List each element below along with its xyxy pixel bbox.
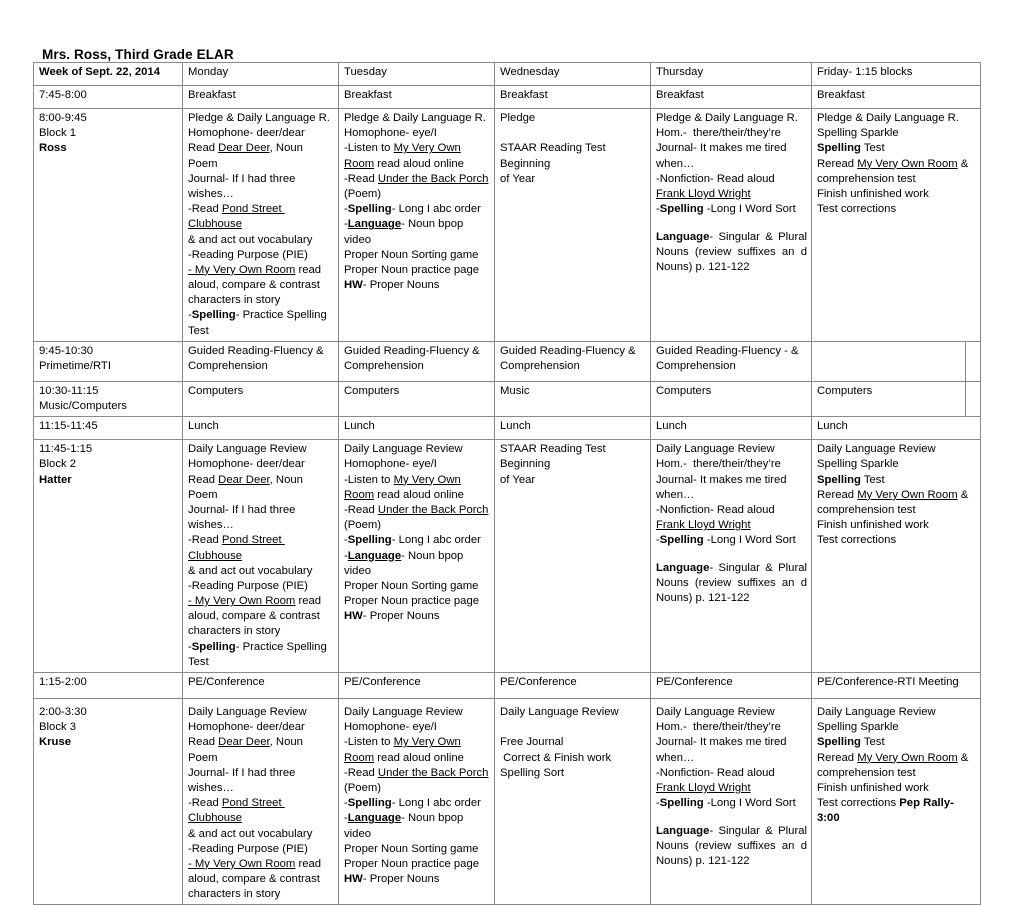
block1-name: Block 1 <box>39 127 77 140</box>
block2-thursday-language: Language- Singular & Plural Nouns (revie… <box>656 561 807 605</box>
time-label-breakfast: 7:45-8:00 <box>33 85 183 109</box>
cell-block3-tuesday: Daily Language Review Homophone- eye/I -Li… <box>338 697 495 905</box>
block3-name: Block 3 <box>39 721 77 734</box>
cell-guided-reading-wednesday: Guided Reading-Fluency & Comprehension <box>494 340 651 382</box>
computers-time: 10:30-11:15 <box>39 384 99 397</box>
time-label-block3: 2:00-3:30 Block 3 Kruse <box>33 697 183 905</box>
cell-pe-friday: PE/Conference-RTI Meeting <box>811 672 981 699</box>
column-header-thursday: Thursday <box>650 62 812 86</box>
row-breakfast: 7:45-8:00 Breakfast Breakfast Breakfast … <box>33 85 981 109</box>
time-label-guided-reading: 9:45-10:30 Primetime/RTI <box>33 340 183 382</box>
time-label-block1: 8:00-9:45 Block 1 Ross <box>33 108 183 342</box>
cell-pe-thursday: PE/Conference <box>650 672 812 699</box>
block1-thursday-lines: Pledge & Daily Language R. Hom.- there/th… <box>656 112 798 216</box>
page-title: Mrs. Ross, Third Grade ELAR <box>42 47 234 62</box>
block2-time: 11:45-1:15 <box>39 443 93 456</box>
cell-guided-reading-monday: Guided Reading-Fluency & Comprehension <box>182 340 339 382</box>
cell-computers-tuesday: Computers <box>338 380 495 418</box>
row-block2: 11:45-1:15 Block 2 Hatter Daily Language… <box>33 439 981 673</box>
row-lunch: 11:15-11:45 Lunch Lunch Lunch Lunch Lunc… <box>33 416 981 441</box>
block3-time: 2:00-3:30 <box>39 706 87 718</box>
cell-block2-tuesday: Daily Language Review Homophone- eye/I -Li… <box>338 439 495 673</box>
block2-name: Block 2 <box>39 458 77 471</box>
cell-block1-monday: Pledge & Daily Language R. Homophone- dee… <box>182 108 339 342</box>
cell-block2-monday: Daily Language Review Homophone- deer/dea… <box>182 439 339 673</box>
computers-subtitle: Music/Computers <box>39 400 127 412</box>
cell-computers-friday: Computers <box>811 380 966 418</box>
cell-block1-tuesday: Pledge & Daily Language R. Homophone- eye… <box>338 108 495 342</box>
cell-breakfast-thursday: Breakfast <box>650 85 812 109</box>
cell-block3-friday: Daily Language Review Spelling Sparkle Spe… <box>811 697 981 905</box>
cell-block3-thursday: Daily Language Review Hom.- there/their/t… <box>650 697 812 905</box>
cell-pe-wednesday: PE/Conference <box>494 672 651 699</box>
cell-breakfast-monday: Breakfast <box>182 85 339 109</box>
cell-lunch-thursday: Lunch <box>650 416 812 441</box>
time-label-pe-conference: 1:15-2:00 <box>33 672 183 699</box>
cell-guided-reading-friday <box>811 340 966 382</box>
time-label-block2: 11:45-1:15 Block 2 Hatter <box>33 439 183 673</box>
table-header-row: Week of Sept. 22, 2014 Monday Tuesday We… <box>33 62 981 86</box>
cell-lunch-monday: Lunch <box>182 416 339 441</box>
block3-thursday-language: Language- Singular & Plural Nouns (revie… <box>656 824 807 868</box>
block2-thursday-lines: Daily Language Review Hom.- there/their/t… <box>656 443 796 547</box>
cell-block3-wednesday: Daily Language Review Free Journal Corre… <box>494 697 651 905</box>
cell-block3-monday: Daily Language Review Homophone- deer/dea… <box>182 697 339 905</box>
cell-breakfast-friday: Breakfast <box>811 85 981 109</box>
cell-pe-monday: PE/Conference <box>182 672 339 699</box>
cell-guided-reading-tuesday: Guided Reading-Fluency & Comprehension <box>338 340 495 382</box>
cell-block1-wednesday: Pledge STAAR Reading Test Beginning of Ye… <box>494 108 651 342</box>
column-header-friday: Friday- 1:15 blocks <box>811 62 981 86</box>
cell-block1-thursday: Pledge & Daily Language R. Hom.- there/th… <box>650 108 812 342</box>
cell-computers-extra <box>965 380 981 418</box>
column-header-wednesday: Wednesday <box>494 62 651 86</box>
cell-guided-reading-extra <box>965 340 981 382</box>
cell-breakfast-wednesday: Breakfast <box>494 85 651 109</box>
row-computers: 10:30-11:15 Music/Computers Computers Co… <box>33 380 981 418</box>
column-header-tuesday: Tuesday <box>338 62 495 86</box>
cell-guided-reading-thursday: Guided Reading-Fluency - & Comprehension <box>650 340 812 382</box>
column-header-monday: Monday <box>182 62 339 86</box>
block2-teacher: Hatter <box>39 473 72 486</box>
cell-block2-friday: Daily Language Review Spelling Sparkle Spe… <box>811 439 981 673</box>
time-label-computers: 10:30-11:15 Music/Computers <box>33 380 183 418</box>
cell-block1-friday: Pledge & Daily Language R. Spelling Spark… <box>811 108 981 342</box>
block3-teacher: Kruse <box>39 736 72 749</box>
cell-lunch-wednesday: Lunch <box>494 416 651 441</box>
time-label-lunch: 11:15-11:45 <box>33 416 183 441</box>
week-label: Week of Sept. 22, 2014 <box>33 62 183 86</box>
guided-reading-time: 9:45-10:30 <box>39 344 94 357</box>
cell-pe-tuesday: PE/Conference <box>338 672 495 699</box>
block1-thursday-language: Language- Singular & Plural Nouns (revie… <box>656 230 807 274</box>
block1-teacher: Ross <box>39 142 67 155</box>
row-guided-reading: 9:45-10:30 Primetime/RTI Guided Reading-… <box>33 340 981 382</box>
cell-block2-thursday: Daily Language Review Hom.- there/their/t… <box>650 439 812 673</box>
block1-time: 8:00-9:45 <box>39 112 87 124</box>
cell-breakfast-tuesday: Breakfast <box>338 85 495 109</box>
cell-computers-wednesday: Music <box>494 380 651 418</box>
lesson-plan-page: Mrs. Ross, Third Grade ELAR Week of Sept… <box>0 0 1024 905</box>
cell-lunch-friday: Lunch <box>811 416 981 441</box>
row-block3: 2:00-3:30 Block 3 Kruse Daily Language R… <box>33 697 981 905</box>
guided-reading-subtitle: Primetime/RTI <box>39 360 111 372</box>
cell-block2-wednesday: STAAR Reading Test Beginning of Year <box>494 439 651 673</box>
lesson-plan-table: Week of Sept. 22, 2014 Monday Tuesday We… <box>33 62 981 905</box>
cell-computers-monday: Computers <box>182 380 339 418</box>
cell-computers-thursday: Computers <box>650 380 812 418</box>
cell-lunch-tuesday: Lunch <box>338 416 495 441</box>
row-pe-conference: 1:15-2:00 PE/Conference PE/Conference PE… <box>33 672 981 699</box>
row-block1: 8:00-9:45 Block 1 Ross Pledge & Daily La… <box>33 108 981 342</box>
block3-thursday-lines: Daily Language Review Hom.- there/their/t… <box>656 706 796 810</box>
